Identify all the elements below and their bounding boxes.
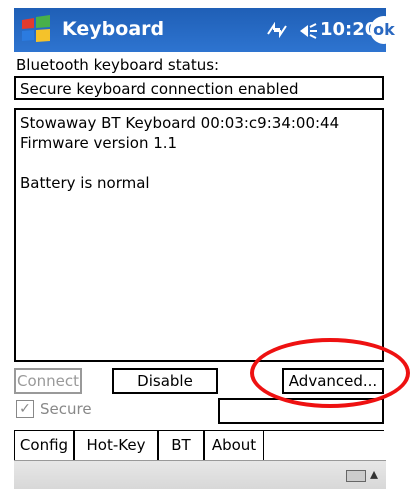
tab-hot-key[interactable]: Hot-Key <box>74 431 158 461</box>
secure-checkbox[interactable]: ✓ <box>16 400 34 418</box>
speaker-icon[interactable] <box>296 22 318 40</box>
ok-button[interactable]: ok <box>370 16 398 44</box>
tab-bar: Config Hot-Key BT About <box>14 430 384 461</box>
info-line: Battery is normal <box>20 174 150 192</box>
highlight-annotation <box>250 338 410 408</box>
windows-logo-icon[interactable] <box>19 14 53 46</box>
keyboard-icon[interactable] <box>346 470 366 482</box>
info-line: Stowaway BT Keyboard 00:03:c9:34:00:44 <box>20 114 340 132</box>
tab-config[interactable]: Config <box>14 431 74 461</box>
info-box[interactable]: Stowaway BT Keyboard 00:03:c9:34:00:44 F… <box>14 108 384 362</box>
info-line: Firmware version 1.1 <box>20 134 178 152</box>
disable-button[interactable]: Disable <box>112 368 218 394</box>
tab-bt[interactable]: BT <box>158 431 204 461</box>
connect-button[interactable]: Connect <box>14 368 82 394</box>
menu-bar: ▴ <box>14 460 386 489</box>
up-arrow-icon[interactable]: ▴ <box>370 464 378 483</box>
tab-about[interactable]: About <box>204 431 264 461</box>
sync-icon[interactable] <box>266 22 288 38</box>
secure-label: Secure <box>40 400 92 418</box>
info-line <box>20 153 378 173</box>
window-title: Keyboard <box>62 18 165 40</box>
status-field: Secure keyboard connection enabled <box>14 76 384 100</box>
title-bar: Keyboard 10:20 ok <box>14 8 398 52</box>
app-window: Keyboard 10:20 ok Bluetooth keyboard sta… <box>0 0 416 492</box>
status-label: Bluetooth keyboard status: <box>16 56 220 74</box>
clock[interactable]: 10:20 <box>320 19 377 40</box>
